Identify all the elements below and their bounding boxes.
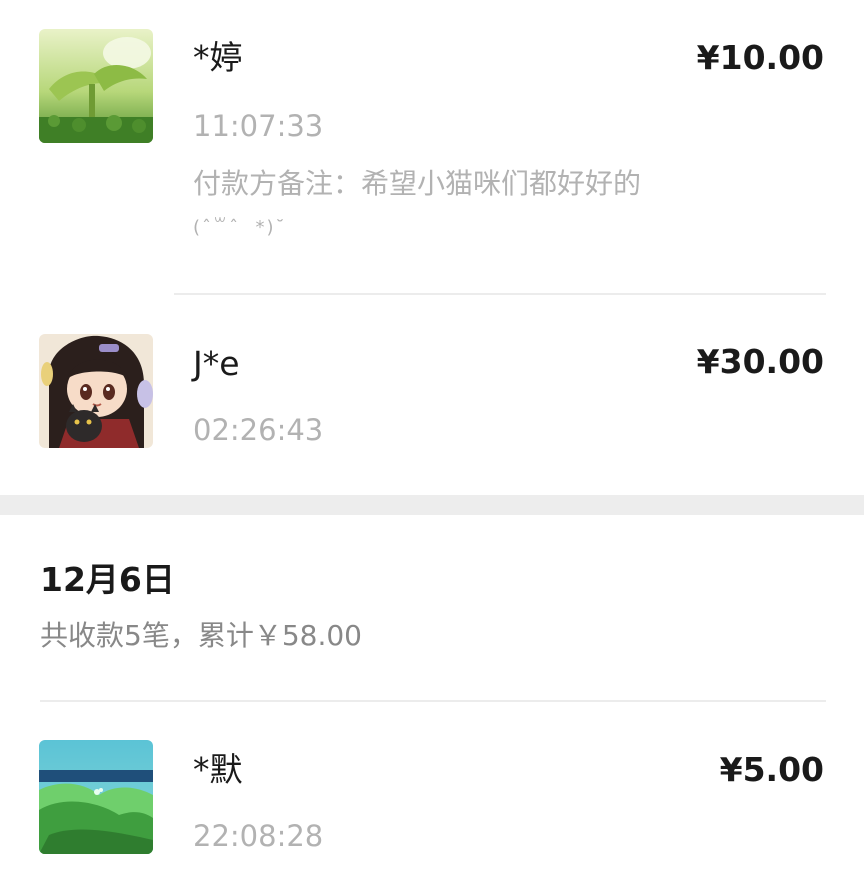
payer-remark: 付款方备注：希望小猫咪们都好好的 <box>193 167 642 200</box>
record-divider <box>174 293 826 295</box>
payment-records-page: *婷 ¥10.00 11:07:33 付款方备注：希望小猫咪们都好好的 (ˆ꒳ˆ… <box>0 0 864 887</box>
green-plant-avatar-icon <box>39 29 153 143</box>
payer-name: *默 <box>193 750 243 789</box>
payer-name: *婷 <box>193 38 243 77</box>
payment-amount: ¥10.00 <box>696 38 824 77</box>
payment-amount: ¥5.00 <box>719 750 824 789</box>
payer-name: J*e <box>193 344 240 383</box>
section-separator <box>0 495 864 515</box>
ocean-wave-avatar-icon <box>39 740 153 854</box>
date-header: 12月6日 <box>40 560 175 599</box>
payer-remark-emoticon: (ˆ꒳ˆ *)˘ <box>193 217 287 238</box>
payment-time: 02:26:43 <box>193 413 324 447</box>
day-summary: 共收款5笔，累计￥58.00 <box>40 619 362 652</box>
payment-time: 11:07:33 <box>193 109 324 143</box>
section-divider <box>40 700 826 702</box>
payment-amount: ¥30.00 <box>696 342 824 381</box>
anime-girl-with-cat-avatar-icon <box>39 334 153 448</box>
payment-time: 22:08:28 <box>193 819 324 853</box>
